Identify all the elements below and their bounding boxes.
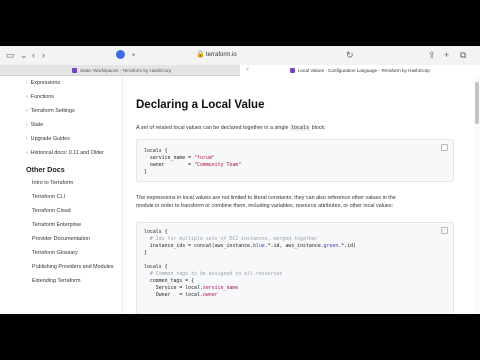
extension-icon[interactable]	[116, 50, 125, 59]
sidebar-link-cloud[interactable]: Terraform Cloud	[32, 207, 71, 215]
tab-strip: State: Workspaces - Terraform by HashiCo…	[0, 65, 480, 76]
code-line: }	[144, 250, 147, 256]
chevron-right-icon: ›	[26, 150, 28, 156]
code-line: locals {	[144, 264, 168, 270]
code-line: }	[144, 169, 147, 175]
hashicorp-favicon-icon	[290, 68, 295, 73]
page-title: Declaring a Local Value	[136, 99, 265, 111]
code-line: locals {	[144, 148, 168, 154]
forward-icon[interactable]: ›	[42, 50, 45, 61]
tab-title: Local Values - Configuration Language - …	[298, 68, 430, 73]
tab-local-values[interactable]: × Local Values - Configuration Language …	[240, 65, 480, 76]
lock-icon: 🔒	[196, 51, 205, 58]
back-icon[interactable]: ‹	[32, 50, 35, 61]
shield-icon[interactable]: ◔	[130, 50, 135, 61]
chevron-right-icon: ›	[26, 80, 28, 86]
code-block-expressions: locals { # Ids for multiple sets of EC2 …	[136, 222, 454, 314]
copy-icon[interactable]	[441, 227, 448, 234]
tab-overview-icon[interactable]: ⧉	[460, 50, 466, 61]
hashicorp-favicon-icon	[72, 68, 77, 73]
tab-state-workspaces[interactable]: State: Workspaces - Terraform by HashiCo…	[0, 65, 240, 76]
browser-toolbar: ▭ ⌄ ‹ › ◔ 🔒 terraform.io ↻ ⇪ + ⧉	[0, 46, 480, 65]
close-icon[interactable]: ×	[246, 65, 249, 76]
inline-code: locals	[290, 125, 311, 131]
code-block-locals: locals { service_name = "forum" owner = …	[136, 139, 454, 182]
code-line: service_name = "forum"	[144, 155, 215, 161]
docs-sidebar: › Expressions › Functions › Terraform Setti…	[0, 76, 122, 314]
refresh-icon[interactable]: ↻	[346, 50, 354, 61]
tab-title: State: Workspaces - Terraform by HashiCo…	[80, 68, 172, 73]
sidebar-link-intro[interactable]: Intro to Terraform	[32, 179, 73, 187]
url-text: terraform.io	[206, 52, 237, 58]
chevron-right-icon: ›	[26, 94, 28, 100]
sidebar-link-provider-docs[interactable]: Provider Documentation	[32, 235, 90, 243]
browser-window: ▭ ⌄ ‹ › ◔ 🔒 terraform.io ↻ ⇪ + ⧉ State: …	[0, 46, 480, 314]
sidebar-toggle-icon[interactable]: ▭	[6, 50, 15, 61]
sidebar-item-historical-docs[interactable]: › Historical docs: 0.11 and Older	[26, 149, 104, 157]
code-comment: # Common tags to be assigned to all reso…	[144, 271, 283, 277]
chevron-right-icon: ›	[26, 136, 28, 142]
scrollbar-thumb[interactable]	[475, 82, 479, 124]
address-bar[interactable]: 🔒 terraform.io	[196, 49, 316, 61]
intro-paragraph: A set of related local values can be dec…	[136, 125, 326, 131]
main-content: Declaring a Local Value A set of related…	[136, 76, 456, 314]
code-line: common_tags = {	[144, 278, 195, 284]
code-line: owner = "Community Team"	[144, 162, 242, 168]
new-tab-icon[interactable]: +	[444, 50, 449, 61]
chevron-right-icon: ›	[26, 122, 28, 128]
sidebar-link-extending[interactable]: Extending Terraform	[32, 277, 80, 285]
sidebar-item-terraform-settings[interactable]: › Terraform Settings	[26, 107, 75, 115]
sidebar-item-functions[interactable]: › Functions	[26, 93, 54, 101]
other-docs-heading: Other Docs	[26, 165, 65, 174]
sidebar-item-expressions[interactable]: › Expressions	[26, 79, 60, 87]
sidebar-link-publishing[interactable]: Publishing Providers and Modules	[32, 263, 114, 271]
share-icon[interactable]: ⇪	[428, 50, 436, 61]
chevron-right-icon: ›	[26, 108, 28, 114]
sidebar-item-state[interactable]: › State	[26, 121, 43, 129]
sidebar-item-upgrade-guides[interactable]: › Upgrade Guides	[26, 135, 70, 143]
paragraph-expressions: The expressions in local values are not …	[136, 195, 396, 209]
code-line: locals {	[144, 229, 168, 235]
code-comment: # Ids for multiple sets of EC2 instances…	[144, 236, 318, 242]
code-line: Owner = local.owner	[144, 292, 218, 298]
code-line: instance_ids = concat(aws_instance.blue.…	[144, 243, 357, 249]
code-line: Service = local.service_name	[144, 285, 239, 291]
sidebar-link-cli[interactable]: Terraform CLI	[32, 193, 65, 201]
sidebar-link-glossary[interactable]: Terraform Glossary	[32, 249, 78, 257]
sidebar-divider	[122, 76, 123, 314]
chevron-down-icon[interactable]: ⌄	[20, 50, 28, 61]
sidebar-link-enterprise[interactable]: Terraform Enterprise	[32, 221, 81, 229]
copy-icon[interactable]	[441, 144, 448, 151]
